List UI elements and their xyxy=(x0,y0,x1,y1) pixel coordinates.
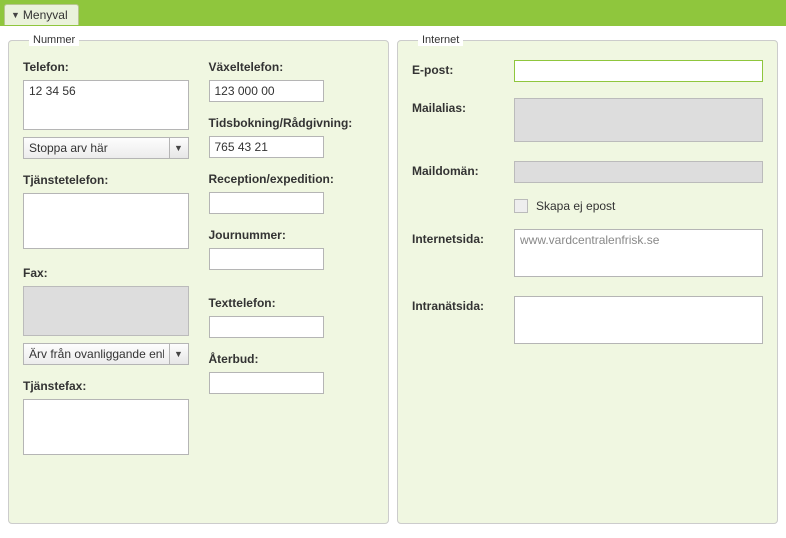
fax-input xyxy=(23,286,189,336)
telefon-inherit-select[interactable] xyxy=(23,137,169,159)
texttelefon-label: Texttelefon: xyxy=(209,296,375,310)
tjanstetelefon-label: Tjänstetelefon: xyxy=(23,173,189,187)
chevron-down-icon: ▼ xyxy=(11,10,20,20)
aterbud-input[interactable] xyxy=(209,372,324,394)
tidsbokning-label: Tidsbokning/Rådgivning: xyxy=(209,116,375,130)
reception-label: Reception/expedition: xyxy=(209,172,375,186)
telefon-select-button[interactable]: ▼ xyxy=(169,137,189,159)
intranatsida-input[interactable] xyxy=(514,296,763,344)
skapa-ej-epost-checkbox[interactable] xyxy=(514,199,528,213)
skapa-ej-epost-label: Skapa ej epost xyxy=(536,199,615,213)
panel-nummer: Nummer Telefon: ▼ Tjänstetelefon: xyxy=(8,34,389,524)
internetsida-label: Internetsida: xyxy=(412,229,502,246)
reception-input[interactable] xyxy=(209,192,324,214)
tab-menyval[interactable]: ▼ Menyval xyxy=(4,4,79,25)
tidsbokning-input[interactable] xyxy=(209,136,324,158)
panel-internet-legend: Internet xyxy=(418,34,463,46)
mailalias-label: Mailalias: xyxy=(412,98,502,115)
aterbud-label: Återbud: xyxy=(209,352,375,366)
maildoman-input xyxy=(514,161,763,183)
epost-label: E-post: xyxy=(412,60,502,77)
tjanstefax-label: Tjänstefax: xyxy=(23,379,189,393)
top-bar: ▼ Menyval xyxy=(0,0,786,26)
tab-label: Menyval xyxy=(23,8,68,22)
fax-label: Fax: xyxy=(23,266,189,280)
nummer-right-col: Växeltelefon: Tidsbokning/Rådgivning: Re… xyxy=(209,60,375,472)
journummer-label: Journummer: xyxy=(209,228,375,242)
nummer-left-col: Telefon: ▼ Tjänstetelefon: Fax: xyxy=(23,60,189,472)
epost-input[interactable] xyxy=(514,60,763,82)
tjanstetelefon-input[interactable] xyxy=(23,193,189,249)
intranatsida-label: Intranätsida: xyxy=(412,296,502,313)
telefon-input[interactable] xyxy=(23,80,189,130)
journummer-input[interactable] xyxy=(209,248,324,270)
tjanstefax-input[interactable] xyxy=(23,399,189,455)
fax-inherit-select[interactable] xyxy=(23,343,169,365)
panel-internet: Internet E-post: Mailalias: Maildomän: xyxy=(397,34,778,524)
panel-nummer-legend: Nummer xyxy=(29,34,79,46)
maildoman-label: Maildomän: xyxy=(412,161,502,178)
fax-select-button[interactable]: ▼ xyxy=(169,343,189,365)
mailalias-input xyxy=(514,98,763,142)
telefon-label: Telefon: xyxy=(23,60,189,74)
texttelefon-input[interactable] xyxy=(209,316,324,338)
panels: Nummer Telefon: ▼ Tjänstetelefon: xyxy=(0,26,786,532)
internetsida-input[interactable] xyxy=(514,229,763,277)
vaxeltelefon-label: Växeltelefon: xyxy=(209,60,375,74)
vaxeltelefon-input[interactable] xyxy=(209,80,324,102)
